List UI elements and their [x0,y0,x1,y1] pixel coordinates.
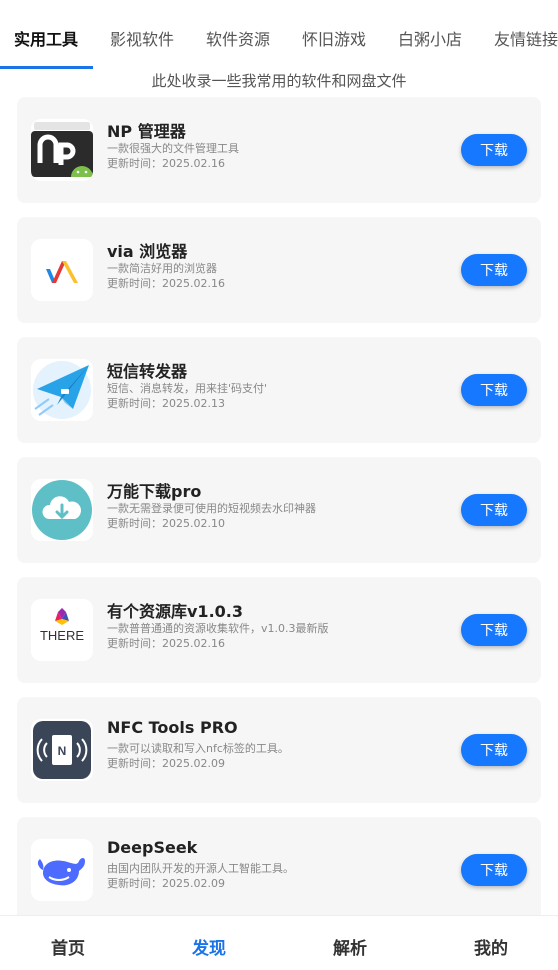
svg-text:N: N [58,744,67,758]
tab-friend-links[interactable]: 友情链接 [494,26,558,50]
app-description: 一款无需登录便可使用的短视频去水印神器 [107,502,316,515]
app-description: 由国内团队开发的开源人工智能工具。 [107,862,294,875]
tab-retro-games[interactable]: 怀旧游戏 [302,26,366,50]
download-button[interactable]: 下载 [461,854,527,886]
tab-video-apps[interactable]: 影视软件 [110,26,174,50]
app-card: 万能下载pro 一款无需登录便可使用的短视频去水印神器 更新时间：2025.02… [17,457,541,563]
app-description: 短信、消息转发，用来挂'码支付' [107,382,268,395]
active-tab-indicator [0,66,93,69]
app-description: 一款很强大的文件管理工具 [107,142,239,155]
app-card: 短信转发器 短信、消息转发，用来挂'码支付' 更新时间：2025.02.13 下… [17,337,541,443]
app-name: NFC Tools PRO [107,718,238,737]
paper-plane-icon [31,359,93,421]
via-browser-icon [31,239,93,301]
section-subtitle: 此处收录一些我常用的软件和网盘文件 [151,72,407,90]
nav-home[interactable]: 首页 [28,934,108,959]
app-card: NP 管理器 一款很强大的文件管理工具 更新时间：2025.02.16 下载 [17,97,541,203]
cloud-download-icon [31,479,93,541]
app-card: via 浏览器 一款简洁好用的浏览器 更新时间：2025.02.16 下载 [17,217,541,323]
app-card: THERE 有个资源库v1.0.3 一款普普通通的资源收集软件，v1.0.3最新… [17,577,541,683]
app-card: DeepSeek 由国内团队开发的开源人工智能工具。 更新时间：2025.02.… [17,817,541,915]
tab-software-resources[interactable]: 软件资源 [206,26,270,50]
app-name: 有个资源库v1.0.3 [107,602,243,621]
app-update-time: 更新时间：2025.02.13 [107,397,225,410]
download-button[interactable]: 下载 [461,134,527,166]
app-update-time: 更新时间：2025.02.09 [107,757,225,770]
app-update-time: 更新时间：2025.02.16 [107,637,225,650]
category-tab-bar: 实用工具 影视软件 软件资源 怀旧游戏 白粥小店 友情链接 [0,0,558,70]
app-card: N NFC Tools PRO 一款可以读取和写入nfc标签的工具。 更新时间：… [17,697,541,803]
download-button[interactable]: 下载 [461,614,527,646]
app-description: 一款可以读取和写入nfc标签的工具。 [107,742,289,755]
app-name: 短信转发器 [107,362,188,381]
nav-parse[interactable]: 解析 [310,934,390,959]
deepseek-whale-icon [31,839,93,901]
bottom-navigation: 首页 发现 解析 我的 [0,915,558,970]
app-description: 一款简洁好用的浏览器 [107,262,217,275]
download-button[interactable]: 下载 [461,254,527,286]
download-button[interactable]: 下载 [461,374,527,406]
app-update-time: 更新时间：2025.02.16 [107,157,225,170]
app-name: via 浏览器 [107,242,188,261]
app-name: DeepSeek [107,838,198,857]
tab-shop[interactable]: 白粥小店 [398,26,462,50]
app-name: NP 管理器 [107,122,186,141]
svg-text:THERE: THERE [40,628,84,643]
app-update-time: 更新时间：2025.02.10 [107,517,225,530]
app-list[interactable]: NP 管理器 一款很强大的文件管理工具 更新时间：2025.02.16 下载 v… [0,97,558,915]
app-update-time: 更新时间：2025.02.16 [107,277,225,290]
nav-discover[interactable]: 发现 [169,934,249,959]
np-manager-icon [31,119,93,181]
nfc-icon: N [31,719,93,781]
app-description: 一款普普通通的资源收集软件，v1.0.3最新版 [107,622,329,635]
tab-tools[interactable]: 实用工具 [14,26,78,50]
there-logo-icon: THERE [31,599,93,661]
app-name: 万能下载pro [107,482,202,501]
download-button[interactable]: 下载 [461,494,527,526]
download-button[interactable]: 下载 [461,734,527,766]
app-update-time: 更新时间：2025.02.09 [107,877,225,890]
nav-profile[interactable]: 我的 [451,934,531,959]
